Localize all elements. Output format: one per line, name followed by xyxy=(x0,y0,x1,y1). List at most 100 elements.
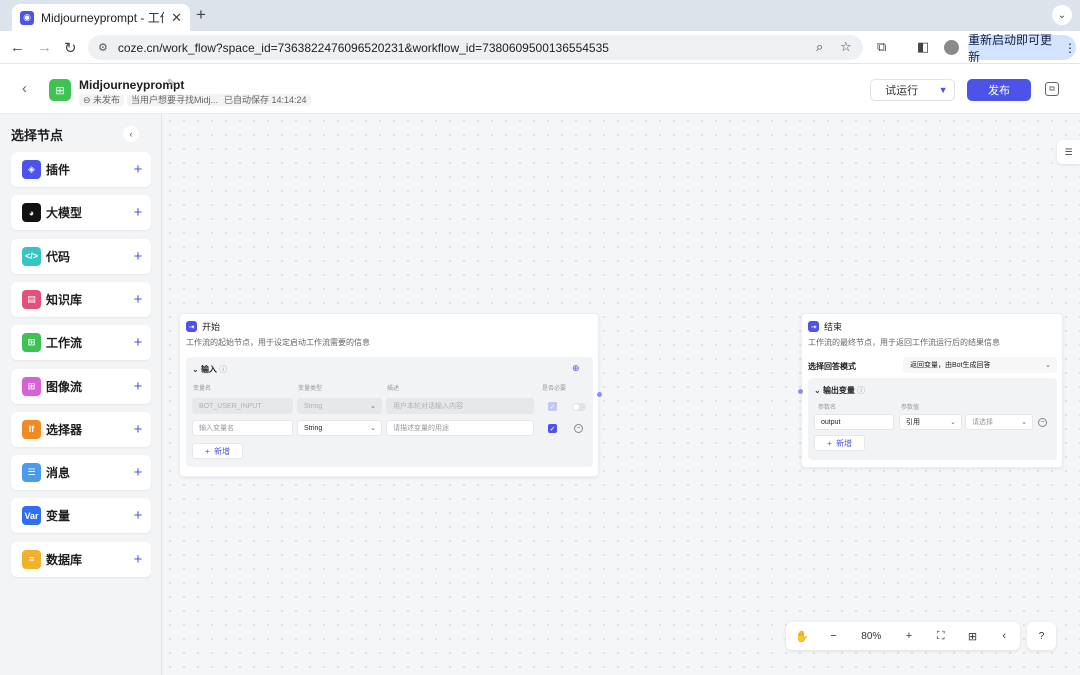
node-item-selector[interactable]: If 选择器 + xyxy=(11,411,151,447)
bookmark-star-icon[interactable]: ☆ xyxy=(840,39,852,55)
copy-icon[interactable]: ⧉ xyxy=(1045,82,1059,96)
zoom-in-icon[interactable]: + xyxy=(893,630,925,642)
input-title-text: 输入 xyxy=(200,365,217,374)
input-section: ⌄ 输入 ⓘ ⊕ 变量名 变量类型 描述 是否必要 BOT_USER_INPUT… xyxy=(186,357,593,467)
canvas-toolbar: ✋ − 80% + ⛶ ⊞ ‹ xyxy=(786,622,1020,650)
edit-icon[interactable]: ✎ xyxy=(167,78,175,89)
node-item-database[interactable]: ≡ 数据库 + xyxy=(11,541,151,577)
node-item-imageflow[interactable]: ⊞ 图像流 + xyxy=(11,368,151,404)
input-section-title[interactable]: ⌄ 输入 ⓘ xyxy=(192,364,227,375)
add-node-icon[interactable]: + xyxy=(125,507,151,524)
address-bar[interactable]: ⚙ coze.cn/work_flow?space_id=73638224760… xyxy=(88,35,863,60)
add-node-icon[interactable]: + xyxy=(125,334,151,351)
col-param-name: 参数名 xyxy=(818,405,837,411)
param-value-select[interactable]: 请选择 ⌄ xyxy=(965,414,1033,430)
var-type-select: String ⌄ xyxy=(297,398,382,414)
collapse-sidebar-icon[interactable]: ‹ xyxy=(123,126,139,142)
extensions-icon[interactable]: ⧉ xyxy=(877,39,886,55)
close-tab-icon[interactable]: ✕ xyxy=(171,10,182,26)
var-name-input[interactable]: 输入变量名 xyxy=(192,420,293,436)
var-type-select[interactable]: String ⌄ xyxy=(297,420,382,436)
update-button[interactable]: 重新启动即可更新 ⋮ xyxy=(968,33,1076,64)
back-arrow-icon[interactable]: ← xyxy=(10,39,25,56)
add-node-icon[interactable]: + xyxy=(125,378,151,395)
variable-icon: Var xyxy=(22,506,41,526)
chevron-down-icon: ⌄ xyxy=(1021,419,1027,426)
url-text: coze.cn/work_flow?space_id=7363822476096… xyxy=(118,41,609,55)
tab-search-button[interactable]: ⌄ xyxy=(1052,5,1072,25)
new-tab-button[interactable]: + xyxy=(196,5,206,25)
publish-button[interactable]: 发布 xyxy=(967,79,1031,101)
chevron-down-icon: ⌄ xyxy=(950,419,956,426)
layout-icon[interactable]: ‹ xyxy=(988,630,1020,642)
autosave-status: 已自动保存 14:14:24 xyxy=(220,94,311,106)
start-output-port[interactable] xyxy=(597,392,602,397)
end-node-icon: ⇥ xyxy=(808,321,819,332)
fit-view-icon[interactable]: ⛶ xyxy=(925,630,957,643)
node-item-label: 工作流 xyxy=(46,336,83,351)
remove-row-icon[interactable]: − xyxy=(574,424,583,433)
node-item-workflow[interactable]: ⊞ 工作流 + xyxy=(11,325,151,361)
node-item-label: 知识库 xyxy=(46,292,83,307)
node-sidebar: 选择节点 ‹ ◈ 插件 + ◕ 大模型 + </> 代码 + ▤ 知识库 + ⊞ 工作流 + ⊞ 图像流 + If 选… xyxy=(0,114,162,675)
end-node[interactable]: ⇥ 结束 工作流的最终节点，用于返回工作流运行后的结果信息 选择回答模式 返回变… xyxy=(801,313,1063,468)
end-node-title: 结束 xyxy=(824,322,843,332)
add-node-icon[interactable]: + xyxy=(125,248,151,265)
profile-avatar[interactable] xyxy=(944,40,959,55)
forward-arrow-icon[interactable]: → xyxy=(37,39,52,56)
node-item-plugin[interactable]: ◈ 插件 + xyxy=(11,152,151,187)
hand-tool-icon[interactable]: ✋ xyxy=(786,630,818,643)
coze-favicon-icon: ◉ xyxy=(20,10,34,25)
add-node-icon[interactable]: + xyxy=(125,291,151,308)
start-node-title: 开始 xyxy=(202,322,221,332)
required-checkbox[interactable]: ✓ xyxy=(548,424,557,433)
panel-toggle-icon[interactable]: ☰ xyxy=(1057,140,1080,164)
add-node-icon[interactable]: + xyxy=(125,551,151,568)
answer-mode-select[interactable]: 返回变量，由Bot生成回答 ⌄ xyxy=(903,357,1057,373)
zoom-level[interactable]: 80% xyxy=(849,631,893,642)
zoom-out-icon[interactable]: − xyxy=(818,630,850,642)
browser-tabbar: ◉ Midjourneyprompt - 工作流 - ✕ + ⌄ xyxy=(0,0,1080,31)
workflow-canvas[interactable]: ⇥ 开始 工作流的起始节点，用于设定启动工作流需要的信息 ⌄ 输入 ⓘ ⊕ 变量… xyxy=(163,114,1080,675)
knowledge-icon: ▤ xyxy=(22,289,41,309)
end-input-port[interactable] xyxy=(798,389,803,394)
add-node-icon[interactable]: + xyxy=(125,464,151,481)
start-node[interactable]: ⇥ 开始 工作流的起始节点，用于设定启动工作流需要的信息 ⌄ 输入 ⓘ ⊕ 变量… xyxy=(179,313,599,477)
node-item-knowledge[interactable]: ▤ 知识库 + xyxy=(11,281,151,317)
browser-tab[interactable]: ◉ Midjourneyprompt - 工作流 - ✕ xyxy=(12,4,190,31)
site-info-icon[interactable]: ⚙ xyxy=(98,41,108,54)
workflow-description: 当用户想要寻找Midj... xyxy=(127,94,223,106)
var-desc-input[interactable]: 请描述变量的用途 xyxy=(386,420,534,436)
answer-mode-value: 返回变量，由Bot生成回答 xyxy=(910,362,991,369)
side-panel-icon[interactable]: ◧ xyxy=(917,39,929,55)
minimap-icon[interactable]: ⊞ xyxy=(957,630,989,643)
add-output-button[interactable]: + 新增 xyxy=(814,435,865,451)
output-section-title[interactable]: ⌄ 输出变量 ⓘ xyxy=(814,385,865,396)
node-item-label: 选择器 xyxy=(46,422,83,437)
node-item-llm[interactable]: ◕ 大模型 + xyxy=(11,195,151,231)
add-node-icon[interactable]: + xyxy=(125,421,151,438)
caret-down-icon[interactable]: ▼ xyxy=(932,85,954,95)
sidebar-title: 选择节点 xyxy=(11,128,64,143)
param-name-input[interactable]: output xyxy=(814,414,894,430)
node-item-variable[interactable]: Var 变量 + xyxy=(11,498,151,534)
imageflow-icon: ⊞ xyxy=(22,376,41,396)
remove-row-icon[interactable]: − xyxy=(1038,418,1047,427)
start-node-icon: ⇥ xyxy=(186,321,197,332)
output-section: ⌄ 输出变量 ⓘ 参数名 参数值 output 引用 ⌄ 请选择 ⌄ − + 新增 xyxy=(808,378,1057,460)
help-icon[interactable]: ? xyxy=(1027,622,1056,650)
info-icon: ⓘ xyxy=(857,386,866,395)
node-item-code[interactable]: </> 代码 + xyxy=(11,238,151,274)
add-input-icon[interactable]: ⊕ xyxy=(572,363,580,374)
node-item-message[interactable]: ☰ 消息 + xyxy=(11,455,151,491)
zoom-lens-icon[interactable]: ⌕ xyxy=(816,39,823,55)
node-item-label: 数据库 xyxy=(46,552,83,567)
back-chevron-icon[interactable]: ‹ xyxy=(22,80,27,97)
reload-icon[interactable]: ↻ xyxy=(64,39,77,57)
add-node-icon[interactable]: + xyxy=(125,161,151,178)
param-ref-select[interactable]: 引用 ⌄ xyxy=(899,414,962,430)
param-ref-value: 引用 xyxy=(906,419,920,426)
add-node-icon[interactable]: + xyxy=(125,204,151,221)
test-run-button[interactable]: 试运行 xyxy=(871,82,932,98)
add-input-button[interactable]: + 新增 xyxy=(192,443,243,459)
